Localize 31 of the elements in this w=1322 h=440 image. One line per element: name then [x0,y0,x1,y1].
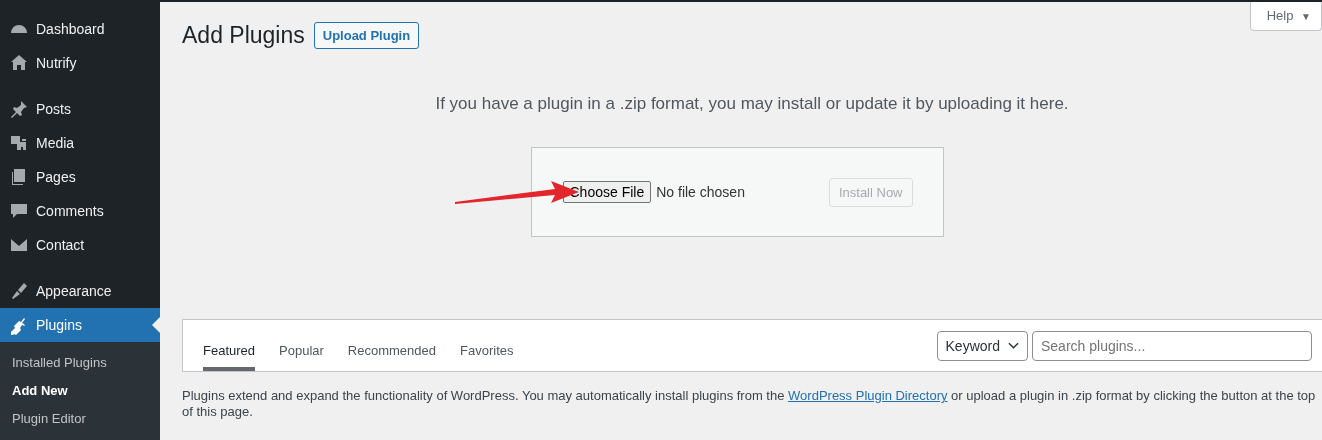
submenu-item[interactable]: Installed Plugins [0,349,160,377]
sidebar-item[interactable]: Posts [0,92,160,126]
submenu-item[interactable]: Add New [0,377,160,405]
speech-bubble-icon [9,201,29,221]
page-title: Add Plugins [182,22,305,49]
sidebar-item[interactable]: Comments [0,194,160,228]
pointer-icon [152,317,160,333]
filter-tab[interactable]: Favorites [460,320,514,371]
filter-tab[interactable]: Popular [279,320,324,371]
house-icon [9,53,29,73]
pin-icon [9,99,29,119]
submenu-item[interactable]: Plugin Editor [0,405,160,433]
brush-icon [9,281,29,301]
sidebar-item[interactable]: Plugins [0,308,160,342]
help-tab[interactable]: Help ▼ [1249,2,1322,31]
search-type-select[interactable]: Keyword [936,330,1028,361]
filter-tab[interactable]: Featured [203,320,256,371]
intro-text: Plugins extend and expand the functionality of WordPress. You may automatically install plugins from the WordPress Plugin Directory or upload a plugin in .zip format by clicking the button at the top of this page. [182,388,1317,420]
file-status: No file chosen [656,184,745,200]
filter-tab[interactable]: Recommended [347,320,436,371]
search-field[interactable]: Search plugins... [1032,330,1312,361]
chevron-down-icon [1008,341,1019,350]
upload-hint: If you have a plugin in a .zip format, you may install or update it by uploading it here. [434,94,1070,114]
sidebar-item[interactable]: Nutrify [0,46,160,80]
upload-plugin-button[interactable]: Upload Plugin [313,22,420,49]
sidebar-item[interactable]: Appearance [0,274,160,308]
sidebar-item[interactable]: Contact [0,228,160,262]
plugin-directory-link[interactable]: WordPress Plugin Directory [788,388,948,403]
sidebar-item[interactable]: Pages [0,160,160,194]
sidebar-item[interactable]: Dashboard [0,12,160,46]
sidebar-item[interactable]: Media [0,126,160,160]
